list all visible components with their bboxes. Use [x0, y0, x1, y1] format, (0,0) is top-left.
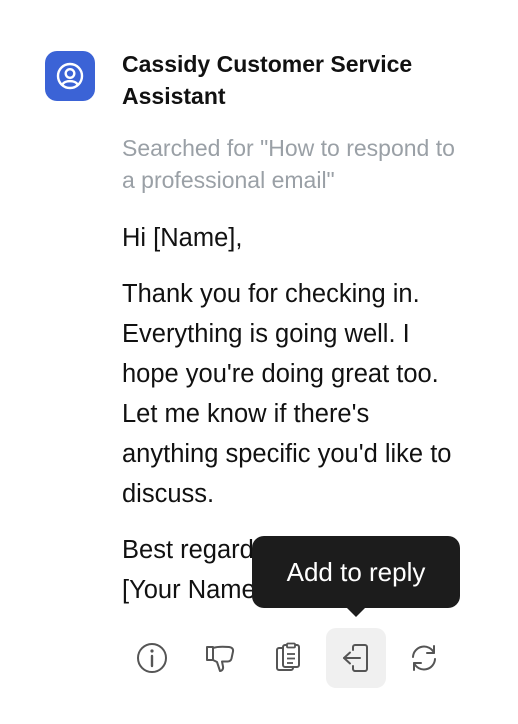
- tooltip-arrow: [346, 607, 366, 617]
- message-signature: [Your Name]: [122, 576, 263, 604]
- copy-button[interactable]: [258, 628, 318, 688]
- message-action-bar: [122, 628, 462, 688]
- add-to-reply-tooltip: Add to reply: [252, 536, 460, 608]
- user-circle-icon: [56, 62, 84, 90]
- clipboard-icon: [276, 642, 300, 671]
- message-greeting: Hi [Name],: [122, 224, 243, 252]
- regenerate-button[interactable]: [394, 628, 454, 688]
- message-body: Thank you for checking in. Everything is…: [122, 280, 452, 508]
- thumbs-down-icon: [206, 645, 235, 672]
- add-to-reply-icon: [343, 644, 368, 672]
- assistant-name: Cassidy Customer Service Assistant: [122, 51, 413, 109]
- info-icon: [137, 643, 167, 673]
- add-to-reply-button[interactable]: [326, 628, 386, 688]
- info-button[interactable]: [122, 628, 182, 688]
- dislike-button[interactable]: [190, 628, 250, 688]
- assistant-avatar: [45, 51, 95, 101]
- message-signoff: Best regards,: [122, 536, 274, 564]
- refresh-icon: [412, 645, 436, 671]
- search-status: Searched for "How to respond to a profes…: [122, 135, 455, 193]
